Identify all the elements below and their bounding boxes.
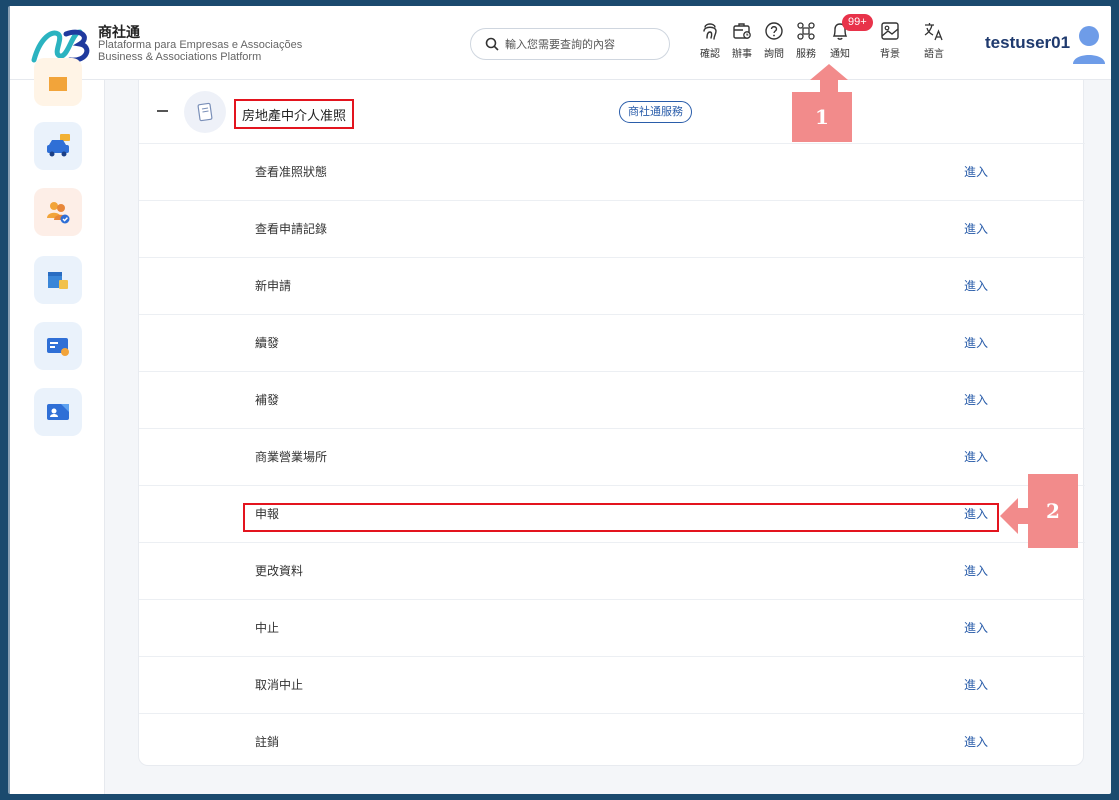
brand-subtitle: Plataforma para Empresas e Associações B… [98, 39, 302, 63]
tool-label: 通知 [830, 49, 850, 60]
service-row[interactable]: 續發 進入 [139, 315, 1085, 372]
enter-link[interactable]: 進入 [964, 258, 988, 315]
document-icon [184, 91, 226, 133]
service-row-name: 查看准照狀態 [255, 165, 328, 179]
collapse-icon[interactable] [157, 110, 168, 112]
service-tag: 商社通服務 [619, 101, 692, 123]
highlight-box [243, 503, 999, 532]
tool-confirm[interactable]: 確認 [692, 20, 728, 66]
service-row[interactable]: 註銷 進入 [139, 714, 1085, 771]
service-row-name: 查看申請記錄 [255, 222, 328, 236]
enter-link[interactable]: 進入 [964, 600, 988, 657]
tool-inquiry[interactable]: 詢問 [756, 20, 792, 66]
search-input[interactable] [505, 37, 655, 51]
step-1-callout: 1 [792, 92, 852, 142]
enter-link[interactable]: 進入 [964, 543, 988, 600]
rail-shop[interactable] [34, 256, 82, 304]
building-icon [49, 77, 67, 91]
tool-label: 語言 [924, 49, 944, 60]
tool-label: 辦事 [732, 49, 752, 60]
enter-link[interactable]: 進入 [964, 714, 988, 771]
service-row-name: 中止 [255, 621, 280, 635]
service-row-name: 新申請 [255, 279, 292, 293]
service-row[interactable]: 中止 進入 [139, 600, 1085, 657]
brand-subtitle-en: Business & Associations Platform [98, 51, 262, 63]
tool-label: 詢問 [764, 49, 784, 60]
service-row-highlighted[interactable]: 申報 進入 [139, 486, 1085, 543]
enter-link[interactable]: 進入 [964, 372, 988, 429]
rail-vehicle[interactable] [34, 122, 82, 170]
tool-label: 服務 [796, 49, 816, 60]
question-icon [765, 22, 783, 40]
arrow-up-icon [810, 64, 848, 94]
service-row[interactable]: 補發 進入 [139, 372, 1085, 429]
service-row-name: 商業營業場所 [255, 450, 328, 464]
tool-language[interactable]: 語言 [916, 20, 952, 66]
enter-link[interactable]: 進入 [964, 657, 988, 714]
search-box[interactable] [470, 28, 670, 60]
enter-link[interactable]: 進入 [964, 201, 988, 258]
search-icon [485, 37, 499, 51]
service-row-name: 取消中止 [255, 678, 304, 692]
tool-background[interactable]: 背景 [872, 20, 908, 66]
tool-label: 背景 [880, 49, 900, 60]
notification-badge: 99+ [842, 14, 873, 31]
service-row-name: 更改資料 [255, 564, 304, 578]
fingerprint-icon [703, 23, 717, 40]
image-icon [881, 22, 899, 40]
left-sidebar [10, 58, 105, 794]
service-row[interactable]: 查看准照狀態 進入 [139, 144, 1085, 201]
service-row-name: 續發 [255, 336, 280, 350]
enter-link[interactable]: 進入 [964, 486, 988, 543]
enter-link[interactable]: 進入 [964, 429, 988, 486]
service-row[interactable]: 商業營業場所 進入 [139, 429, 1085, 486]
service-group-header[interactable]: 房地產中介人准照 商社通服務 [139, 80, 1085, 144]
service-card: 房地產中介人准照 商社通服務 查看准照狀態 進入 查看申請記錄 進入 新申請 進… [138, 80, 1085, 766]
enter-link[interactable]: 進入 [964, 144, 988, 201]
arrow-left-icon [1000, 498, 1030, 534]
username[interactable]: testuser01 [985, 33, 1070, 53]
service-row[interactable]: 查看申請記錄 進入 [139, 201, 1085, 258]
tool-services[interactable]: 服務 [788, 20, 824, 66]
rail-id[interactable] [34, 388, 82, 436]
brand-subtitle-pt: Plataforma para Empresas e Associações [98, 39, 303, 51]
service-row[interactable]: 更改資料 進入 [139, 543, 1085, 600]
rail-building[interactable] [34, 58, 82, 106]
tool-label: 確認 [700, 49, 720, 60]
service-group-title: 房地產中介人准照 [234, 99, 355, 129]
briefcase-icon [733, 23, 751, 39]
shop-icon [48, 272, 68, 289]
service-row-name: 補發 [255, 393, 280, 407]
service-row-name: 申報 [255, 507, 280, 521]
avatar-icon[interactable] [1072, 24, 1106, 64]
tool-tasks[interactable]: 辦事 [724, 20, 760, 66]
rail-card[interactable] [34, 322, 82, 370]
service-row[interactable]: 取消中止 進入 [139, 657, 1085, 714]
service-row[interactable]: 新申請 進入 [139, 258, 1085, 315]
card-icon [47, 338, 69, 356]
service-row-name: 註銷 [255, 735, 280, 749]
people-check-icon [47, 202, 70, 224]
command-icon [797, 22, 815, 40]
rail-people[interactable] [34, 188, 82, 236]
app-window: 商社通 Plataforma para Empresas e Associaçõ… [8, 6, 1111, 794]
step-2-callout: 2 [1028, 474, 1078, 548]
top-header: 商社通 Plataforma para Empresas e Associaçõ… [10, 6, 1111, 80]
car-icon [47, 134, 70, 157]
translate-icon [924, 23, 943, 41]
id-card-icon [47, 404, 69, 420]
enter-link[interactable]: 進入 [964, 315, 988, 372]
